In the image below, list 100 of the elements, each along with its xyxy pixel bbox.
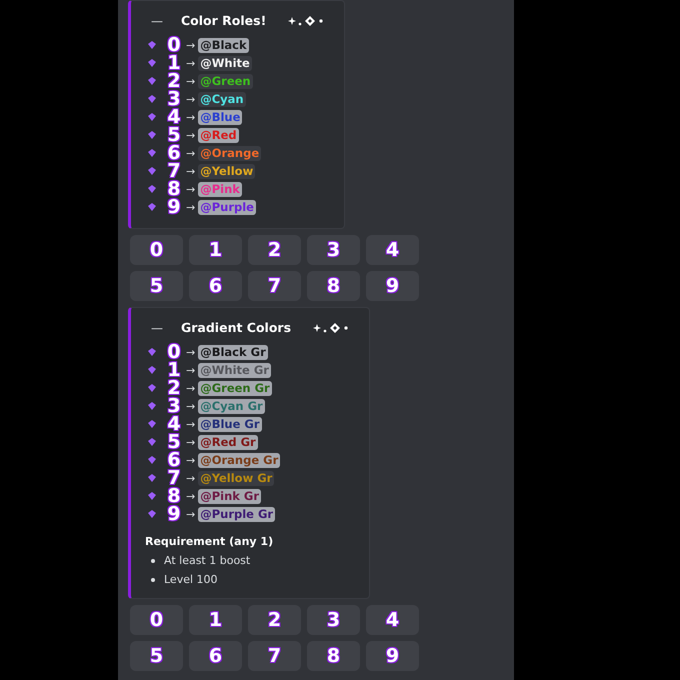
number-button[interactable]: 3 [307, 235, 360, 265]
role-mention[interactable]: @Orange [200, 146, 260, 160]
number-button[interactable]: 8 [307, 271, 360, 301]
embed-title: Gradient Colors [181, 320, 292, 335]
number-button[interactable]: 9 [366, 271, 419, 301]
number-button[interactable]: 2 [248, 235, 301, 265]
number-button[interactable]: 4 [366, 605, 419, 635]
number-button[interactable]: 7 [248, 641, 301, 671]
role-mention[interactable]: @Green [200, 74, 251, 88]
arrow: → [186, 490, 196, 502]
bullet-icon [151, 558, 155, 562]
arrow: → [186, 38, 196, 52]
requirement-title: Requirement (any 1) [145, 535, 274, 548]
number-button[interactable]: 1 [189, 235, 242, 265]
role-mention[interactable]: @Yellow Gr [200, 471, 272, 485]
role-mention[interactable]: @White [200, 56, 250, 70]
role-mention[interactable]: @Black Gr [200, 345, 266, 359]
role-mention[interactable]: @Yellow [200, 164, 254, 178]
role-mention[interactable]: @Black [200, 38, 247, 52]
digit: 3 [166, 397, 182, 415]
number-button[interactable]: 4 [366, 235, 419, 265]
role-mention[interactable]: @Blue Gr [200, 417, 260, 431]
number-button[interactable]: 9 [366, 641, 419, 671]
gem-icon [148, 492, 156, 500]
digit: 9 [166, 198, 182, 216]
number-button[interactable]: 6 [189, 271, 242, 301]
gem-icon [148, 113, 156, 121]
digit: 5 [166, 126, 182, 144]
embed-title: Color Roles! [181, 13, 266, 28]
arrow: → [186, 346, 196, 358]
arrow: → [186, 364, 196, 376]
digit: 7 [166, 162, 182, 180]
digit: 9 [166, 505, 182, 523]
digit: 4 [166, 108, 182, 126]
gem-icon [148, 77, 156, 85]
gem-icon [148, 95, 156, 103]
number-button[interactable]: 8 [307, 641, 360, 671]
gem-icon [148, 366, 156, 374]
digit: 0 [166, 36, 182, 54]
gem-icon [148, 185, 156, 193]
digit: 0 [166, 343, 182, 361]
requirement-item: At least 1 boost [164, 554, 250, 567]
gem-icon [148, 474, 156, 482]
arrow: → [186, 74, 196, 88]
number-button[interactable]: 2 [248, 605, 301, 635]
arrow: → [186, 400, 196, 412]
number-button[interactable]: 7 [248, 271, 301, 301]
number-button[interactable]: 0 [130, 605, 183, 635]
digit: 2 [166, 379, 182, 397]
arrow: → [186, 164, 196, 178]
gem-icon [148, 420, 156, 428]
dash: — [151, 14, 164, 28]
gem-icon [148, 348, 156, 356]
arrow: → [186, 110, 196, 124]
requirement-item: Level 100 [164, 573, 218, 586]
digit: 8 [166, 180, 182, 198]
arrow: → [186, 128, 196, 142]
gem-icon [148, 41, 156, 49]
arrow: → [186, 472, 196, 484]
gem-icon [148, 167, 156, 175]
gem-icon [148, 510, 156, 518]
number-button[interactable]: 0 [130, 235, 183, 265]
arrow: → [186, 182, 196, 196]
role-mention[interactable]: @Red Gr [200, 435, 256, 449]
gem-icon [148, 203, 156, 211]
role-mention[interactable]: @Cyan [200, 92, 244, 106]
number-button[interactable]: 3 [307, 605, 360, 635]
arrow: → [186, 200, 196, 214]
digit: 2 [166, 72, 182, 90]
arrow: → [186, 508, 196, 520]
gem-icon [148, 402, 156, 410]
number-button[interactable]: 5 [130, 271, 183, 301]
arrow: → [186, 56, 196, 70]
gem-icon [148, 384, 156, 392]
arrow: → [186, 418, 196, 430]
number-button[interactable]: 6 [189, 641, 242, 671]
arrow: → [186, 454, 196, 466]
gem-icon [148, 131, 156, 139]
digit: 5 [166, 433, 182, 451]
arrow: → [186, 92, 196, 106]
arrow: → [186, 382, 196, 394]
gem-icon [148, 59, 156, 67]
dash: — [151, 320, 164, 334]
number-button[interactable]: 5 [130, 641, 183, 671]
number-button[interactable]: 1 [189, 605, 242, 635]
bullet-icon [151, 578, 155, 582]
digit: 1 [166, 54, 182, 72]
gem-icon [148, 149, 156, 157]
role-mention[interactable]: @Purple Gr [200, 507, 274, 521]
digit: 6 [166, 144, 182, 162]
arrow: → [186, 146, 196, 160]
gem-icon [148, 438, 156, 446]
role-mention[interactable]: @Pink Gr [200, 489, 260, 503]
digit: 4 [166, 415, 182, 433]
digit: 1 [166, 361, 182, 379]
digit: 3 [166, 90, 182, 108]
role-mention[interactable]: @Orange Gr [200, 453, 278, 467]
gem-icon [148, 456, 156, 464]
arrow: → [186, 436, 196, 448]
digit: 8 [166, 487, 182, 505]
